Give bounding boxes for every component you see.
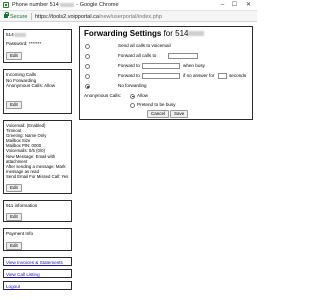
lock-icon	[4, 12, 10, 18]
invoices-link-box: View Invoices & Statements	[3, 257, 72, 266]
option-no-forwarding-label: No forwarding	[118, 83, 147, 88]
window-title: Phone number 514 - Google Chrome	[12, 2, 119, 8]
incoming-calls-panel: Incoming Calls No Forwarding Anonymous C…	[3, 69, 72, 114]
logout-link-box: Logout	[3, 281, 72, 290]
forward-busy-number-input[interactable]	[142, 63, 180, 69]
voicemail-edit-button[interactable]: Edit	[6, 184, 22, 192]
radio-forward-no-answer[interactable]	[85, 74, 90, 79]
close-icon[interactable]: ✕	[244, 1, 253, 9]
radio-forward-busy[interactable]	[85, 64, 90, 69]
radio-send-all-voicemail[interactable]	[85, 44, 90, 49]
radio-anonymous-allow[interactable]	[130, 93, 135, 99]
anonymous-allow-label: Allow	[137, 93, 148, 98]
account-panel: 514 Password: ******* Edit	[3, 29, 72, 63]
option-forward-noanswer-label: Forward to	[118, 73, 140, 78]
maximize-icon[interactable]: ☐	[230, 1, 239, 9]
forwarding-settings-panel: Forwarding Settings for 514 Send all cal…	[79, 26, 253, 120]
invoices-link[interactable]: View Invoices & Statements	[6, 260, 63, 265]
secure-label: Secure	[10, 13, 28, 20]
info-911-panel: 911 information Edit	[3, 200, 72, 222]
incoming-calls-summary: Incoming Calls No Forwarding Anonymous C…	[6, 72, 56, 89]
radio-no-forwarding[interactable]	[85, 84, 90, 89]
forwarding-title: Forwarding Settings for 514	[84, 29, 205, 38]
url-text[interactable]: https://tools2.voipportal.ca/new/userpor…	[35, 14, 162, 20]
option-forward-all-label: Forward all calls to	[118, 53, 157, 58]
minimize-icon[interactable]: –	[218, 1, 227, 9]
call-listing-link[interactable]: View Call Listing	[6, 272, 40, 277]
option-forward-noanswer-suffix: seconds	[229, 73, 247, 78]
forward-noanswer-number-input[interactable]	[142, 73, 180, 79]
noanswer-seconds-input[interactable]	[218, 73, 227, 79]
password-row: Password: *******	[6, 41, 42, 46]
option-forward-noanswer-mid: if no answer for	[183, 73, 215, 78]
incoming-calls-edit-button[interactable]: Edit	[6, 101, 22, 109]
forward-all-number-input[interactable]	[168, 53, 198, 59]
voicemail-panel: Voicemail: (Enabled) Timeout Greeting: N…	[3, 120, 72, 194]
account-number: 514	[6, 32, 26, 37]
payment-title: Payment Info	[6, 231, 34, 236]
radio-forward-all[interactable]	[85, 54, 90, 59]
address-bar[interactable]: Secure https://tools2.voipportal.ca/new/…	[0, 11, 257, 22]
option-send-all-label: Send all calls to voicemail	[118, 43, 171, 48]
phone-icon	[3, 2, 9, 8]
anonymous-pretend-busy-label: Pretend to be busy	[137, 102, 176, 107]
option-forward-busy-suffix: when busy	[183, 63, 205, 68]
logout-link[interactable]: Logout	[6, 284, 20, 289]
address-separator	[31, 13, 32, 20]
payment-edit-button[interactable]: Edit	[6, 242, 22, 250]
call-listing-link-box: View Call Listing	[3, 269, 72, 278]
payment-panel: Payment Info Edit	[3, 228, 72, 251]
save-button[interactable]: Save	[170, 110, 189, 118]
anonymous-calls-label: Anonymous Calls:	[84, 93, 122, 98]
radio-anonymous-pretend-busy[interactable]	[130, 102, 135, 108]
option-forward-busy-label: Forward to	[118, 63, 140, 68]
account-edit-button[interactable]: Edit	[6, 52, 22, 60]
voicemail-summary: Voicemail: (Enabled) Timeout Greeting: N…	[6, 123, 69, 179]
info-911-edit-button[interactable]: Edit	[6, 213, 22, 221]
info-911-title: 911 information	[6, 203, 38, 208]
cancel-button[interactable]: Cancel	[147, 110, 170, 118]
window-titlebar: Phone number 514 - Google Chrome – ☐ ✕	[0, 0, 257, 11]
